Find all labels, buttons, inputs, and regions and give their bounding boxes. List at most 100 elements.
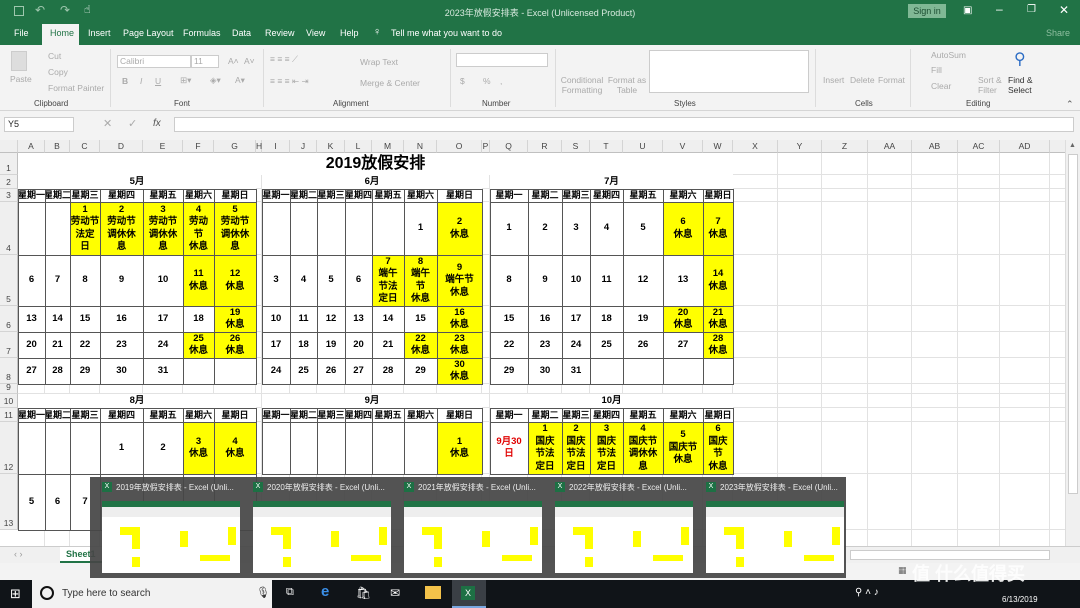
- holiday-cell[interactable]: 3 劳动节 调休休 息: [142, 201, 184, 256]
- day-cell[interactable]: 19: [316, 331, 346, 359]
- font-size-select[interactable]: 11: [191, 55, 219, 68]
- holiday-cell[interactable]: 28 休息: [702, 331, 734, 359]
- row-header[interactable]: 8: [0, 358, 18, 384]
- tab-insert[interactable]: Insert: [88, 28, 111, 38]
- row-header[interactable]: 11: [0, 408, 18, 422]
- enter-icon[interactable]: ✓: [128, 117, 137, 130]
- holiday-cell[interactable]: 1 劳动节 法定 日: [69, 201, 101, 256]
- day-cell[interactable]: 11: [589, 254, 624, 307]
- column-header[interactable]: U: [623, 140, 663, 153]
- tab-data[interactable]: Data: [232, 28, 251, 38]
- day-cell[interactable]: 29: [69, 357, 101, 385]
- day-cell[interactable]: 21: [371, 331, 405, 359]
- day-cell[interactable]: 12: [316, 305, 346, 333]
- grow-font-icon[interactable]: A˄: [228, 56, 239, 66]
- day-cell[interactable]: 20: [17, 331, 46, 359]
- paste-icon[interactable]: [11, 51, 27, 71]
- day-cell[interactable]: 5: [316, 254, 346, 307]
- column-header[interactable]: X: [733, 140, 778, 153]
- row-header[interactable]: 13: [0, 474, 18, 530]
- day-cell[interactable]: [17, 421, 46, 475]
- holiday-cell[interactable]: 21 休息: [702, 305, 734, 333]
- day-cell[interactable]: 18: [289, 331, 318, 359]
- merge-center-button[interactable]: Merge & Center: [360, 78, 420, 88]
- clear-button[interactable]: Clear: [931, 81, 951, 91]
- holiday-cell[interactable]: 26 休息: [213, 331, 257, 359]
- shrink-font-icon[interactable]: A˅: [244, 56, 255, 66]
- microphone-icon[interactable]: 🎙: [256, 586, 270, 599]
- day-cell[interactable]: [213, 357, 257, 385]
- holiday-cell[interactable]: 25 休息: [182, 331, 215, 359]
- tab-formulas[interactable]: Formulas: [183, 28, 221, 38]
- holiday-cell[interactable]: 19 休息: [213, 305, 257, 333]
- day-cell[interactable]: 22: [489, 331, 529, 359]
- holiday-cell[interactable]: 6 国庆 节 休息: [702, 421, 734, 475]
- horizontal-scrollbar[interactable]: [850, 550, 1050, 560]
- paste-button[interactable]: Paste: [10, 74, 32, 84]
- day-cell[interactable]: 10: [142, 254, 184, 307]
- borders-icon[interactable]: ⊞▾: [180, 75, 191, 86]
- day-cell[interactable]: 31: [561, 357, 591, 385]
- day-cell[interactable]: 1: [99, 421, 144, 475]
- holiday-cell[interactable]: 5 劳动节 调休休 息: [213, 201, 257, 256]
- sort-filter-button[interactable]: Sort & Filter: [978, 75, 1008, 95]
- conditional-formatting-button[interactable]: Conditional Formatting: [560, 75, 604, 95]
- search-placeholder[interactable]: Type here to search: [62, 588, 150, 599]
- day-cell[interactable]: 27: [662, 331, 704, 359]
- normal-view-icon[interactable]: ▦: [898, 565, 907, 576]
- day-cell[interactable]: 6: [344, 254, 373, 307]
- bold-button[interactable]: B: [122, 76, 128, 86]
- row-header[interactable]: 12: [0, 422, 18, 474]
- holiday-cell[interactable]: 9 端午节 休息: [436, 254, 483, 307]
- day-cell[interactable]: 9: [527, 254, 563, 307]
- edge-icon[interactable]: e: [321, 583, 329, 600]
- day-cell[interactable]: 24: [261, 357, 291, 385]
- day-cell[interactable]: 13: [344, 305, 373, 333]
- day-cell[interactable]: 1: [489, 201, 529, 256]
- holiday-cell[interactable]: 2 休息: [436, 201, 483, 256]
- day-cell[interactable]: [289, 201, 318, 256]
- column-header[interactable]: AC: [958, 140, 1000, 153]
- row-header[interactable]: 1: [0, 153, 18, 175]
- day-cell[interactable]: [289, 421, 318, 475]
- holiday-cell[interactable]: 3 国庆 节法 定日: [589, 421, 624, 475]
- scroll-up-icon[interactable]: ▲: [1069, 142, 1076, 149]
- row-header[interactable]: 10: [0, 394, 18, 408]
- day-cell[interactable]: 9月30 日: [489, 421, 529, 475]
- task-view-icon[interactable]: ⧉: [286, 586, 294, 599]
- row-header[interactable]: 4: [0, 202, 18, 255]
- file-explorer-icon[interactable]: [425, 586, 441, 599]
- minimize-icon[interactable]: –: [996, 2, 1003, 16]
- windows-start-icon[interactable]: ⊞: [10, 586, 21, 602]
- font-color-icon[interactable]: A▾: [235, 75, 245, 86]
- holiday-cell[interactable]: 3 休息: [182, 421, 215, 475]
- column-header[interactable]: B: [45, 140, 70, 153]
- holiday-cell[interactable]: 2 国庆 节法 定日: [561, 421, 591, 475]
- column-header[interactable]: R: [528, 140, 562, 153]
- fill-color-icon[interactable]: ◈▾: [210, 75, 221, 86]
- day-cell[interactable]: 3: [261, 254, 291, 307]
- fill-button[interactable]: Fill: [931, 65, 942, 75]
- holiday-cell[interactable]: 5 国庆节 休息: [662, 421, 704, 475]
- underline-button[interactable]: U: [155, 76, 161, 86]
- column-header[interactable]: AA: [868, 140, 912, 153]
- row-header[interactable]: 5: [0, 255, 18, 306]
- day-cell[interactable]: [261, 201, 291, 256]
- day-cell[interactable]: [371, 421, 405, 475]
- day-cell[interactable]: [589, 357, 624, 385]
- day-cell[interactable]: 5: [622, 201, 664, 256]
- tab-help[interactable]: Help: [340, 28, 359, 38]
- day-cell[interactable]: [622, 357, 664, 385]
- day-cell[interactable]: 29: [403, 357, 438, 385]
- day-cell[interactable]: 22: [69, 331, 101, 359]
- vertical-scrollbar[interactable]: ▲: [1065, 140, 1080, 546]
- day-cell[interactable]: [69, 421, 101, 475]
- day-cell[interactable]: [44, 421, 71, 475]
- row-header[interactable]: 2: [0, 175, 18, 189]
- holiday-cell[interactable]: 7 休息: [702, 201, 734, 256]
- day-cell[interactable]: 30: [527, 357, 563, 385]
- column-header[interactable]: E: [143, 140, 183, 153]
- comma-button[interactable]: ,: [500, 76, 502, 86]
- select-all-corner[interactable]: [0, 140, 18, 153]
- day-cell[interactable]: 3: [561, 201, 591, 256]
